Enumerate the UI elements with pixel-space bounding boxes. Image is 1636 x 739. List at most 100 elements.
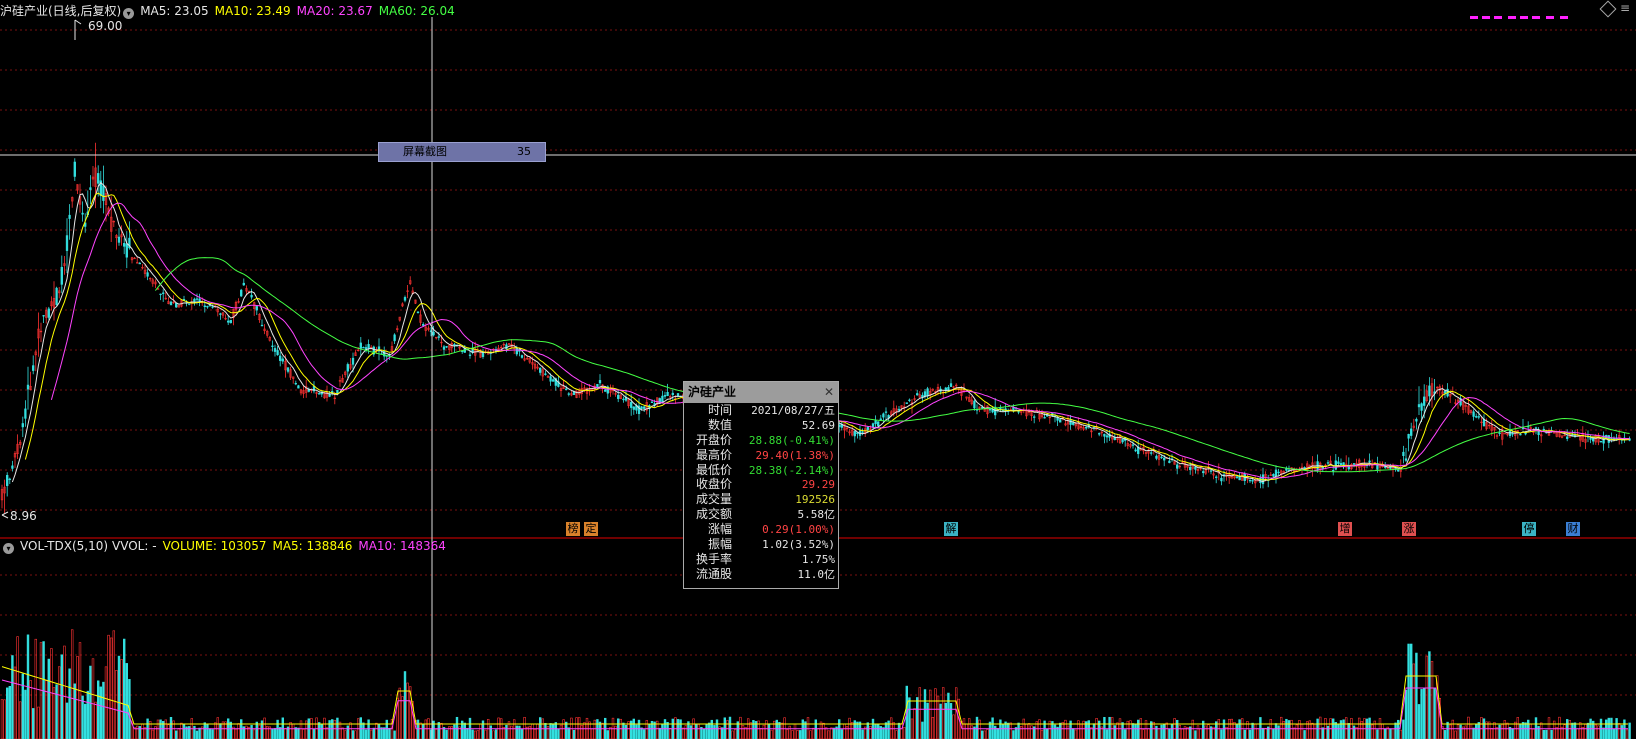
volume-bar [1376,729,1379,739]
volume-bar [47,658,51,739]
volume-bar [1256,728,1260,739]
volume-bar [1176,719,1179,739]
volume-bar [988,721,992,739]
volume-bar [421,724,425,739]
candle-body [1209,470,1213,472]
volume-bar [455,716,459,739]
volume-bar [1287,720,1291,739]
volume-bar [385,719,388,739]
high-price-label: 69.00 [88,19,123,33]
tooltip-row-label: 时间 [707,403,732,417]
event-badge[interactable]: 解 [944,522,958,536]
low-price-label: 8.96 [10,509,37,523]
volume-bar [952,714,955,739]
chevron-down-icon[interactable]: ▾ [3,543,14,554]
volume-bar [156,719,160,739]
volume-bar [65,702,69,739]
event-badge[interactable]: 定 [584,522,598,536]
tooltip-title-bar[interactable]: 沪硅产业 ✕ [684,382,838,403]
menu-icon[interactable]: ≡ [1620,2,1632,14]
tooltip-row: 开盘价 28.88(-0.41%) [684,433,838,448]
event-badge[interactable]: 榜 [566,522,580,536]
candle-body [359,342,362,349]
volume-bar [668,728,672,739]
volume-bar [1025,723,1028,739]
volume-bar [291,723,295,739]
volume-bar [1342,719,1345,739]
volume-bar [1105,729,1109,739]
volume-bar [580,725,584,739]
stock-chart[interactable] [0,0,1636,739]
candle-body [162,292,165,294]
volume-bar [806,717,810,739]
chevron-down-icon[interactable]: ▾ [123,8,135,19]
volume-bar [1456,724,1460,739]
volume-bar [1009,722,1013,739]
close-icon[interactable]: ✕ [824,382,834,403]
volume-bar [159,719,162,739]
volume-bar [1459,724,1462,739]
volume-bar [1243,729,1247,739]
candle-body [193,298,196,303]
candle-body [650,401,654,403]
volume-bar [921,721,924,739]
candle-body [1098,433,1101,435]
volume-bar [76,656,79,739]
volume-bar [1420,689,1423,739]
candle-body [242,282,245,286]
volume-bar [900,723,903,739]
candle-body [1368,460,1371,463]
volume-bar [24,689,27,739]
crosshair-label-value: 35 [517,145,531,158]
volume-bar [523,716,526,739]
event-badge[interactable]: 增 [1338,522,1352,536]
event-badge[interactable]: 停 [1522,522,1536,536]
volume-bar [50,648,53,739]
volume-bar [284,728,287,739]
candle-body [47,308,50,318]
candle-body [1384,466,1387,468]
candle-body [227,320,230,323]
volume-bar [1443,730,1447,739]
volume-bar [1235,723,1239,739]
volume-bar [1519,723,1522,739]
candle-body [24,408,27,419]
volume-bar [512,719,516,739]
volume-bar [112,630,116,739]
candle-body [643,406,646,409]
candle-body [1059,419,1062,423]
volume-bar [484,729,487,739]
volume-bar [575,717,578,739]
volume-bar [102,681,105,739]
volume-bar [1313,723,1317,739]
candle-body [640,406,643,409]
volume-bar [515,725,519,739]
candle-body [362,347,365,349]
volume-bar [733,729,737,739]
volume-bar [57,666,61,739]
ma20-label: MA20: 23.67 [296,4,373,18]
tooltip-row-label: 收盘价 [695,477,732,492]
volume-bar [1064,719,1067,739]
event-badge[interactable]: 财 [1566,522,1580,536]
volume-bar [16,636,19,739]
candle-body [65,235,69,251]
event-badge[interactable]: 涨 [1402,522,1416,536]
candle-body [549,376,552,382]
volume-bar [759,728,763,739]
candle-body [271,345,274,347]
candle-body [1261,474,1265,485]
candle-body [1150,452,1153,454]
data-tooltip-panel[interactable]: 沪硅产业 ✕ 时间 2021/08/27/五 数值 52.69 开盘价 28.88(-0.… [683,381,839,589]
candle-body [874,420,877,425]
candle-body [1160,456,1163,459]
candle-body [68,214,71,219]
volume-bar [463,722,466,739]
volume-bar [1134,724,1137,739]
volume-bar [419,722,422,739]
volume-bar [622,722,625,739]
volume-bar [528,725,532,739]
volume-bar [1425,655,1429,739]
volume-bar [830,727,833,739]
ma10-label: MA10: 23.49 [214,4,291,18]
